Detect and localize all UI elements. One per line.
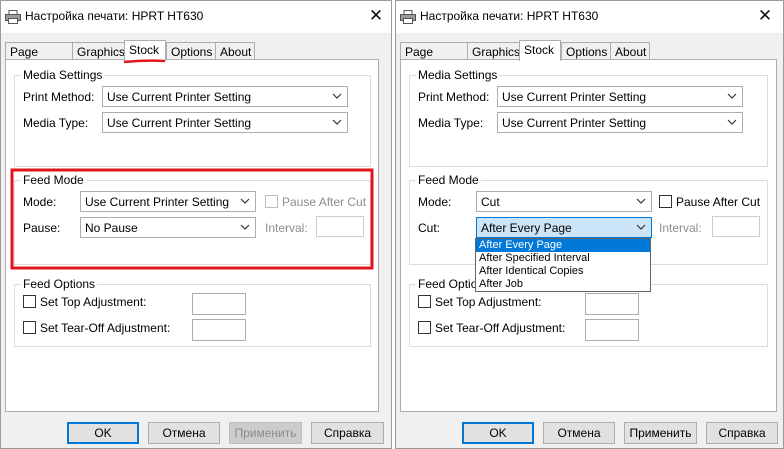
tab-options[interactable]: Options (166, 42, 216, 60)
help-button[interactable]: Справка (311, 422, 384, 444)
window-title: Настройка печати: HPRT HT630 (25, 9, 204, 23)
mode-select[interactable]: Use Current Printer Setting (80, 191, 256, 212)
set-tearoff-adjustment-checkbox[interactable] (418, 321, 431, 334)
help-button[interactable]: Справка (706, 422, 778, 444)
media-settings-group: Media Settings Print Method: Use Current… (14, 68, 371, 167)
pause-label: Pause: (23, 221, 61, 235)
media-settings-group: Media Settings Print Method: Use Current… (409, 68, 768, 167)
print-method-label: Print Method: (23, 90, 95, 104)
cut-dropdown-list: After Every Page After Specified Interva… (475, 238, 651, 292)
tab-page-setup[interactable]: Page Setup (400, 42, 468, 77)
chevron-down-icon (332, 93, 342, 99)
tearoff-adjustment-input[interactable] (585, 319, 639, 341)
chevron-down-icon (240, 224, 250, 230)
chevron-down-icon (240, 198, 250, 204)
cut-option[interactable]: After Specified Interval (476, 252, 650, 265)
window-title: Настройка печати: HPRT HT630 (420, 9, 599, 23)
chevron-down-icon (727, 93, 737, 99)
tab-stock[interactable]: Stock (519, 40, 561, 61)
close-icon[interactable]: ✕ (752, 5, 778, 27)
title-bar: Настройка печати: HPRT HT630 ✕ (396, 1, 783, 33)
feed-options-group: Feed Options Set Top Adjustment: Set Tea… (14, 277, 371, 347)
pause-after-cut-label: Pause After Cut (282, 195, 367, 209)
pause-after-cut-checkbox[interactable] (659, 195, 672, 208)
tab-graphics[interactable]: Graphics (467, 42, 521, 60)
tab-graphics[interactable]: Graphics (72, 42, 126, 60)
media-type-select[interactable]: Use Current Printer Setting (497, 112, 743, 133)
tab-page-setup[interactable]: Page Setup (5, 42, 73, 77)
mode-label: Mode: (23, 195, 57, 209)
chevron-down-icon (332, 119, 342, 125)
chevron-down-icon (636, 224, 646, 230)
interval-input[interactable] (712, 216, 760, 237)
pause-after-cut-label: Pause After Cut (676, 195, 761, 209)
print-method-select[interactable]: Use Current Printer Setting (497, 86, 743, 107)
group-label: Feed Mode (416, 173, 481, 187)
ok-button[interactable]: OK (67, 422, 139, 444)
cut-select[interactable]: After Every Page (476, 217, 652, 238)
group-label: Media Settings (416, 68, 500, 82)
tab-about[interactable]: About (610, 42, 650, 60)
print-settings-window-right: Настройка печати: HPRT HT630 ✕ Page Setu… (395, 0, 784, 449)
print-method-select[interactable]: Use Current Printer Setting (102, 86, 348, 107)
title-bar: Настройка печати: HPRT HT630 ✕ (1, 1, 391, 33)
set-top-adjustment-label: Set Top Adjustment: (40, 295, 147, 309)
set-tearoff-adjustment-label: Set Tear-Off Adjustment: (40, 321, 171, 335)
group-label: Feed Options (21, 277, 98, 291)
stock-panel: Media Settings Print Method: Use Current… (5, 59, 379, 412)
printer-icon (5, 10, 21, 24)
set-top-adjustment-label: Set Top Adjustment: (435, 295, 542, 309)
feed-options-group: Feed Options Set Top Adjustment: Set Tea… (409, 277, 768, 347)
set-tearoff-adjustment-label: Set Tear-Off Adjustment: (435, 321, 566, 335)
chevron-down-icon (636, 198, 646, 204)
top-adjustment-input[interactable] (585, 293, 639, 315)
set-top-adjustment-checkbox[interactable] (23, 295, 36, 308)
tab-stock[interactable]: Stock (124, 40, 166, 61)
tab-options[interactable]: Options (561, 42, 611, 60)
top-adjustment-input[interactable] (192, 293, 246, 315)
print-settings-window-left: Настройка печати: HPRT HT630 ✕ Page Setu… (0, 0, 392, 449)
close-icon[interactable]: ✕ (363, 5, 389, 27)
pause-after-cut-checkbox[interactable] (265, 195, 278, 208)
cut-option[interactable]: After Every Page (476, 239, 650, 252)
apply-button[interactable]: Применить (229, 422, 302, 444)
tab-about[interactable]: About (215, 42, 255, 60)
cut-option[interactable]: After Job (476, 278, 650, 291)
apply-button[interactable]: Применить (624, 422, 697, 444)
cut-label: Cut: (418, 221, 441, 235)
pause-select[interactable]: No Pause (80, 217, 256, 238)
interval-label: Interval: (659, 221, 702, 235)
media-type-label: Media Type: (23, 116, 89, 130)
stock-panel: Media Settings Print Method: Use Current… (400, 59, 777, 412)
media-type-label: Media Type: (418, 116, 484, 130)
feed-mode-group: Feed Mode Mode: Use Current Printer Sett… (14, 173, 371, 265)
cancel-button[interactable]: Отмена (543, 422, 615, 444)
group-label: Media Settings (21, 68, 105, 82)
set-tearoff-adjustment-checkbox[interactable] (23, 321, 36, 334)
ok-button[interactable]: OK (462, 422, 534, 444)
cut-option[interactable]: After Identical Copies (476, 265, 650, 278)
interval-input[interactable] (316, 216, 364, 237)
printer-icon (400, 10, 416, 24)
mode-select[interactable]: Cut (476, 191, 652, 212)
chevron-down-icon (727, 119, 737, 125)
tearoff-adjustment-input[interactable] (192, 319, 246, 341)
media-type-select[interactable]: Use Current Printer Setting (102, 112, 348, 133)
set-top-adjustment-checkbox[interactable] (418, 295, 431, 308)
cancel-button[interactable]: Отмена (148, 422, 220, 444)
mode-label: Mode: (418, 195, 452, 209)
group-label: Feed Mode (21, 173, 86, 187)
print-method-label: Print Method: (418, 90, 490, 104)
interval-label: Interval: (265, 221, 308, 235)
